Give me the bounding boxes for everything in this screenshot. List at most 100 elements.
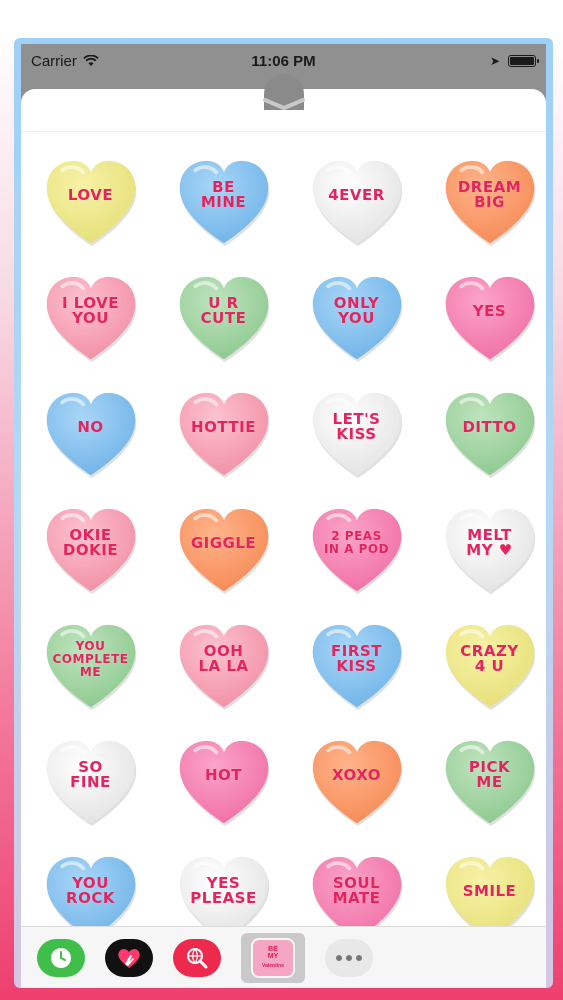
heart-text: SMILE [462,881,517,900]
sticker-item[interactable]: FIRST KISS [290,608,423,724]
ellipsis-icon [336,954,362,961]
candy-heart: HOTTIE [176,389,272,479]
heart-text: U R CUTE [200,294,247,327]
candy-heart: LOVE [43,157,139,247]
candy-heart: XOXO [309,737,405,827]
heart-text: SOUL MATE [332,874,381,907]
candy-heart: I LOVE YOU [43,273,139,363]
sheet-divider [21,131,546,132]
candy-heart: 2 PEAS IN A POD [309,505,405,595]
heart-text: BE MINE [200,178,247,211]
location-arrow-icon: ➤ [489,54,500,68]
sticker-grid: LOVE BE MINE 4EVER DREAM BIG I LOVE YOU U R C… [21,144,546,956]
sticker-item[interactable]: YES [423,260,546,376]
heart-text: DREAM BIG [457,178,522,211]
sticker-item[interactable]: GIGGLE [157,492,290,608]
heart-text: NO [77,417,104,436]
heart-hand-icon [118,948,140,968]
candy-heart: OKIE DOKIE [43,505,139,595]
heart-text: CRAZY 4 U [460,642,519,675]
candy-heart: CRAZY 4 U [442,621,538,711]
wifi-icon [83,55,99,66]
sticker-item[interactable]: LOVE [24,144,157,260]
device-frame: Carrier 11:06 PM ➤ LOVE BE MINE 4EVER DREAM… [14,38,553,988]
sticker-item[interactable]: LET'S KISS [290,376,423,492]
sticker-item[interactable]: BE MINE [157,144,290,260]
search-images-button[interactable] [173,938,221,977]
sticker-item[interactable]: DREAM BIG [423,144,546,260]
candy-heart: MELT MY ♥ [442,505,538,595]
heart-text: MELT MY ♥ [466,526,513,559]
carrier-label: Carrier [31,52,77,70]
heart-text: YOU COMPLETE ME [52,638,129,679]
digital-touch-button[interactable] [105,938,153,977]
screen: Carrier 11:06 PM ➤ LOVE BE MINE 4EVER DREAM… [21,44,546,988]
candy-heart: HOT [176,737,272,827]
sticker-item[interactable]: CRAZY 4 U [423,608,546,724]
heart-text: 2 PEAS IN A POD [323,529,390,556]
sticker-item[interactable]: NO [24,376,157,492]
sticker-item[interactable]: ONLY YOU [290,260,423,376]
candy-heart: DREAM BIG [442,157,538,247]
battery-icon [508,55,539,67]
candy-heart: YOU COMPLETE ME [43,621,139,711]
clock-icon [51,947,71,968]
candy-heart: NO [43,389,139,479]
heart-text: YOU ROCK [66,874,115,907]
heart-text: ONLY YOU [333,294,380,327]
heart-text: OKIE DOKIE [62,526,119,559]
heart-text: XOXO [331,765,382,784]
heart-text: LET'S KISS [332,410,381,443]
heart-text: HOTTIE [191,417,256,436]
candy-heart: FIRST KISS [309,621,405,711]
app-label-bottom: Valentine [262,962,284,969]
globe-search-icon [187,947,208,968]
candy-heart: BE MINE [176,157,272,247]
sticker-item[interactable]: I LOVE YOU [24,260,157,376]
candy-heart: DITTO [442,389,538,479]
candy-heart: YES [442,273,538,363]
sticker-item[interactable]: 4EVER [290,144,423,260]
sticker-item[interactable]: HOT [157,724,290,840]
more-apps-button[interactable] [325,938,373,977]
heart-text: 4EVER [328,185,385,204]
candy-heart: OOH LA LA [176,621,272,711]
heart-text: YES [472,301,507,320]
clock-app-button[interactable] [37,938,85,977]
candy-heart: U R CUTE [176,273,272,363]
sticker-item[interactable]: SO FINE [24,724,157,840]
be-my-valentine-app-button[interactable]: BE MY Valentine [241,932,305,983]
sticker-item[interactable]: OOH LA LA [157,608,290,724]
heart-text: YES PLEASE [190,874,257,907]
sticker-item[interactable]: 2 PEAS IN A POD [290,492,423,608]
sticker-item[interactable]: PICK ME [423,724,546,840]
heart-text: FIRST KISS [331,642,382,675]
sticker-item[interactable]: HOTTIE [157,376,290,492]
sticker-item[interactable]: XOXO [290,724,423,840]
sticker-item[interactable]: MELT MY ♥ [423,492,546,608]
heart-text: PICK ME [468,758,511,791]
heart-text: I LOVE YOU [61,294,120,327]
app-drawer: BE MY Valentine [21,926,546,988]
sticker-item[interactable]: YOU COMPLETE ME [24,608,157,724]
candy-heart: 4EVER [309,157,405,247]
sticker-item[interactable]: OKIE DOKIE [24,492,157,608]
candy-heart: ONLY YOU [309,273,405,363]
app-label-top: BE MY [267,945,279,960]
status-bar: Carrier 11:06 PM ➤ [21,44,546,78]
heart-text: SO FINE [70,758,111,791]
status-time: 11:06 PM [251,52,316,70]
heart-text: GIGGLE [190,533,257,552]
heart-text: OOH LA LA [198,642,249,675]
heart-text: DITTO [462,417,517,436]
candy-heart: LET'S KISS [309,389,405,479]
chevron-down-icon[interactable] [261,94,307,114]
candy-heart: PICK ME [442,737,538,827]
app-thumbnail-icon: BE MY Valentine [251,937,295,978]
candy-heart: SO FINE [43,737,139,827]
heart-text: HOT [204,765,243,784]
sticker-item[interactable]: U R CUTE [157,260,290,376]
sticker-item[interactable]: DITTO [423,376,546,492]
candy-heart: GIGGLE [176,505,272,595]
sticker-sheet: LOVE BE MINE 4EVER DREAM BIG I LOVE YOU U R C… [21,89,546,988]
